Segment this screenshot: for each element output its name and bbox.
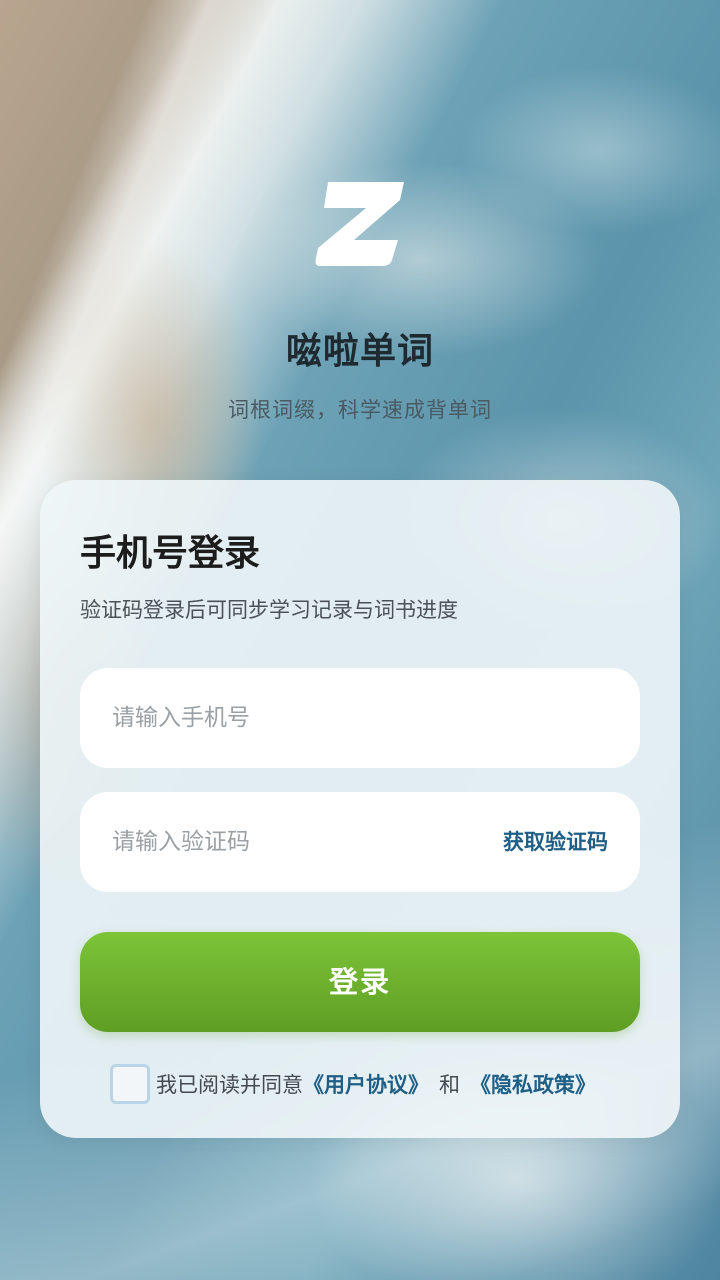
privacy-policy-link[interactable]: 《隐私政策》 (470, 1069, 596, 1099)
agreement-row: 我已阅读并同意 《用户协议》 和 《隐私政策》 (110, 1064, 596, 1104)
app-subtitle: 词根词缀，科学速成背单词 (228, 398, 492, 422)
z-logo-icon (315, 182, 404, 266)
agreement-connector: 和 (439, 1073, 460, 1097)
agreement-prefix: 我已阅读并同意 (156, 1073, 303, 1097)
login-button[interactable]: 登录 (80, 932, 640, 1032)
login-screen: 嗞啦单词 词根词缀，科学速成背单词 手机号登录 验证码登录后可同步学习记录与词书… (0, 0, 720, 1280)
phone-input[interactable] (112, 668, 472, 768)
login-title: 手机号登录 (80, 533, 261, 574)
code-field: 获取验证码 (80, 792, 640, 892)
phone-field (80, 668, 640, 768)
verification-code-input[interactable] (112, 792, 472, 892)
user-agreement-link[interactable]: 《用户协议》 (303, 1069, 429, 1099)
login-description: 验证码登录后可同步学习记录与词书进度 (80, 598, 458, 622)
agreement-checkbox[interactable] (110, 1064, 150, 1104)
app-title: 嗞啦单词 (285, 331, 434, 372)
get-code-button[interactable]: 获取验证码 (503, 792, 608, 892)
login-card: 手机号登录 验证码登录后可同步学习记录与词书进度 获取验证码 登录 我已阅读并同… (40, 480, 680, 1138)
